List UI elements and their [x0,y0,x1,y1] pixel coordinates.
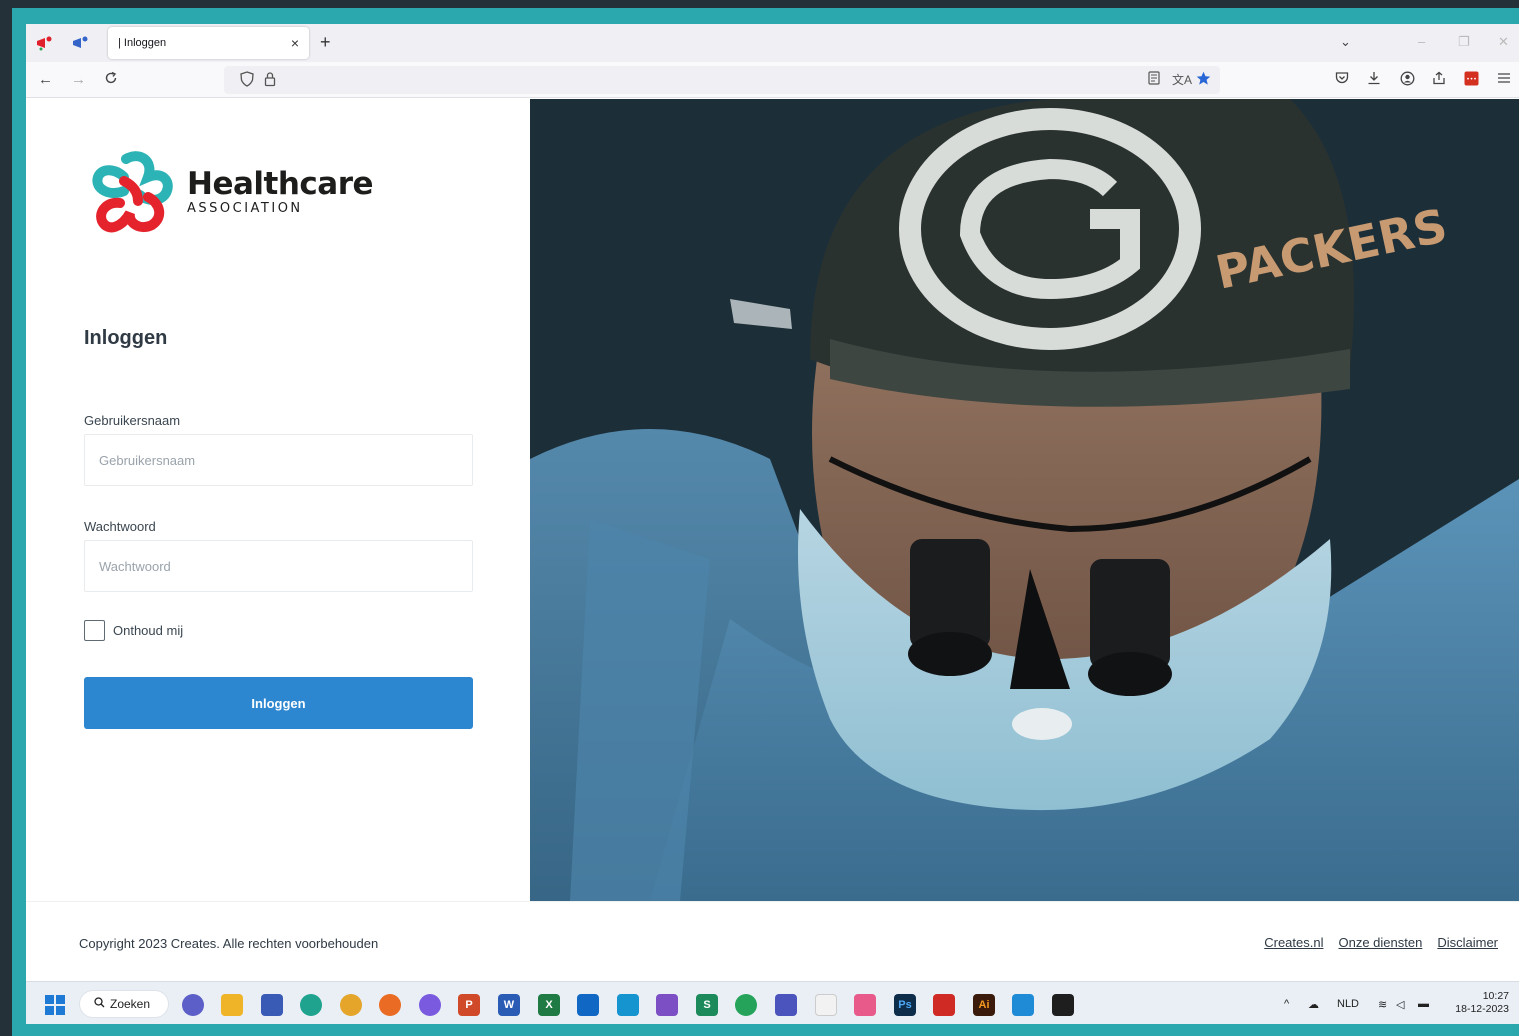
navigation-bar: ← → 文A ••• [26,62,1519,98]
remember-me-checkbox[interactable] [84,620,105,641]
edge-icon[interactable] [300,994,322,1016]
username-input[interactable] [84,434,473,486]
address-bar[interactable]: 文A [224,66,1220,94]
close-tab-icon[interactable]: × [291,35,299,51]
logo-subtitle: ASSOCIATION [187,201,303,216]
download-icon[interactable] [1367,71,1381,88]
close-window-icon[interactable]: ✕ [1498,34,1509,50]
copyright-text: Copyright 2023 Creates. Alle rechten voo… [79,936,379,951]
wifi-icon[interactable]: ≋ [1378,998,1387,1011]
chrome-icon[interactable] [340,994,362,1016]
extension-icon[interactable]: ••• [1464,71,1479,89]
battery-icon[interactable]: ▬ [1418,998,1429,1010]
teams-icon[interactable] [775,994,797,1016]
password-input[interactable] [84,540,473,592]
remember-me[interactable]: Onthoud mij [84,620,183,641]
account-icon[interactable] [1400,71,1415,89]
file-explorer-icon[interactable] [221,994,243,1016]
logo-wordmark: Healthcare ASSOCIATION [187,166,374,216]
reader-view-icon[interactable] [1148,71,1160,88]
vscode-icon[interactable] [1012,994,1034,1016]
language-indicator[interactable]: NLD [1337,998,1359,1010]
excel-icon[interactable]: X [538,994,560,1016]
logo-title: Healthcare [187,166,374,202]
list-all-tabs-icon[interactable]: ⌄ [1340,34,1351,50]
login-panel: Healthcare ASSOCIATION Inloggen Gebruike… [26,99,530,901]
new-tab-button[interactable]: + [320,32,331,53]
whatsapp-icon[interactable] [735,994,757,1016]
surgeon-photo-illustration: PACKERS [530,99,1519,901]
shield-icon[interactable] [240,71,254,90]
desktop-border-top [0,0,1519,8]
back-icon[interactable]: ← [38,71,53,88]
footer-link-disclaimer[interactable]: Disclaimer [1437,935,1498,950]
desktop-border-left [0,0,12,1036]
chat-app-icon[interactable] [182,994,204,1016]
clipchamp-icon[interactable] [656,994,678,1016]
forward-icon[interactable]: → [71,71,86,88]
notification-extension-icon[interactable] [34,33,54,53]
footer-link-creates[interactable]: Creates.nl [1264,935,1323,950]
translate-icon[interactable]: 文A [1172,71,1192,88]
tab-title: | Inloggen [118,37,167,49]
illustrator-icon[interactable]: Ai [973,994,995,1016]
powerpoint-icon[interactable]: P [458,994,480,1016]
hero-photo: PACKERS [530,99,1519,901]
firefox-icon[interactable] [379,994,401,1016]
browser-window: | Inloggen × + ⌄ – ❐ ✕ ← → 文A ••• Health… [26,24,1519,1024]
bookmark-star-icon[interactable] [1196,71,1211,89]
onedrive-icon[interactable]: ☁ [1308,998,1319,1011]
creative-cloud-icon[interactable] [854,994,876,1016]
figma-icon[interactable] [1052,994,1074,1016]
windows-taskbar: Zoeken P W X S Ps Ai ^ ☁ NLD ≋ ◁ ▬ 10:27… [26,981,1519,1024]
word-icon[interactable]: W [498,994,520,1016]
page-footer: Copyright 2023 Creates. Alle rechten voo… [26,901,1519,981]
acrobat-icon[interactable] [933,994,955,1016]
restore-icon[interactable]: ❐ [1458,34,1470,50]
tab-inloggen[interactable]: | Inloggen × [108,27,309,59]
page-content: Healthcare ASSOCIATION Inloggen Gebruike… [26,99,1519,1024]
page-title: Inloggen [84,327,168,349]
s-app-icon[interactable]: S [696,994,718,1016]
password-label: Wachtwoord [84,519,156,534]
search-icon [94,997,105,1011]
minimize-icon[interactable]: – [1418,34,1425,49]
logo-mark-icon [92,151,173,233]
volume-icon[interactable]: ◁ [1396,998,1404,1011]
taskbar-clock[interactable]: 10:27 18-12-2023 [1455,990,1509,1016]
menu-icon[interactable] [1497,71,1511,87]
copilot-icon[interactable] [419,994,441,1016]
lock-icon[interactable] [264,71,276,90]
username-label: Gebruikersnaam [84,413,181,428]
footer-link-onze-diensten[interactable]: Onze diensten [1338,935,1422,950]
share-icon[interactable] [1432,71,1446,88]
taskbar-search-label: Zoeken [110,997,151,1011]
photoshop-icon[interactable]: Ps [894,994,916,1016]
clock-date: 18-12-2023 [1455,1003,1509,1015]
pocket-icon[interactable] [1335,71,1349,88]
clock-time: 10:27 [1482,990,1509,1002]
svg-text:•••: ••• [1466,76,1477,83]
healthcare-logo: Healthcare ASSOCIATION [88,151,374,243]
tray-overflow-icon[interactable]: ^ [1284,998,1289,1010]
login-button[interactable]: Inloggen [84,677,473,729]
reload-icon[interactable] [104,71,118,89]
windows-start-icon[interactable] [44,994,66,1016]
outlook-icon[interactable] [577,994,599,1016]
taskbar-search[interactable]: Zoeken [79,990,169,1018]
snipping-tool-icon[interactable] [815,994,837,1016]
megaphone-extension-icon[interactable] [70,33,90,53]
sharepoint-icon[interactable] [617,994,639,1016]
store-icon[interactable] [261,994,283,1016]
tab-bar: | Inloggen × + ⌄ – ❐ ✕ [26,24,1519,62]
footer-links: Creates.nl Onze diensten Disclaimer [1264,935,1498,950]
remember-me-label[interactable]: Onthoud mij [113,623,183,638]
